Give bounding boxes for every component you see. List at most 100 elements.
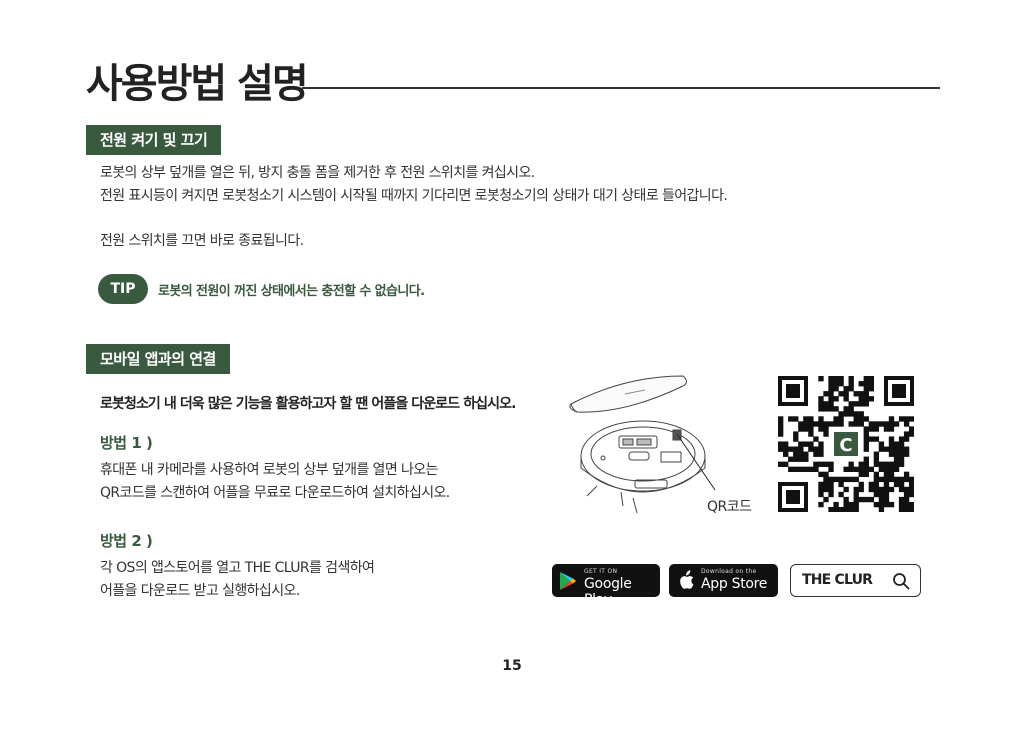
qr-module — [813, 461, 819, 467]
qr-center-logo: C — [839, 435, 852, 456]
qr-module — [908, 491, 915, 498]
qr-module — [888, 451, 895, 457]
app-store-button[interactable]: Download on the App Store — [669, 564, 778, 597]
qr-module — [863, 456, 869, 462]
qr-module — [798, 456, 804, 462]
qr-module — [858, 471, 864, 478]
qr-module — [838, 421, 844, 427]
qr-module — [818, 396, 824, 402]
page-title: 사용방법 설명 — [86, 61, 309, 107]
qr-module — [863, 436, 869, 442]
app-search-box[interactable]: THE CLUR — [790, 564, 921, 597]
qr-module — [803, 466, 809, 473]
qr-module — [803, 451, 809, 457]
qr-module — [908, 501, 915, 508]
qr-code-label: QR코드 — [707, 499, 752, 515]
qr-module — [778, 421, 784, 427]
qr-module — [878, 496, 885, 503]
qr-module — [788, 456, 794, 462]
qr-module — [863, 381, 869, 387]
qr-module — [838, 391, 844, 397]
qr-module — [833, 381, 839, 387]
qr-module — [833, 421, 839, 427]
qr-module — [828, 406, 834, 412]
qr-module — [873, 486, 880, 493]
qr-module — [848, 506, 854, 513]
qr-module — [828, 491, 834, 498]
qr-module — [863, 461, 869, 467]
qr-module — [788, 466, 794, 473]
qr-module — [858, 391, 864, 397]
qr-module — [858, 421, 864, 427]
qr-module — [853, 401, 859, 407]
qr-module — [853, 491, 859, 498]
qr-module — [793, 446, 799, 452]
qr-module — [888, 446, 895, 452]
google-play-button[interactable]: GET IT ON Google Play — [552, 564, 660, 608]
qr-code[interactable]: C — [778, 376, 915, 513]
qr-module — [838, 381, 844, 387]
qr-module — [778, 426, 784, 432]
qr-module — [843, 386, 849, 392]
qr-module — [888, 461, 895, 467]
qr-module — [878, 501, 885, 508]
qr-module — [823, 496, 829, 503]
qr-module — [888, 421, 895, 427]
google-play-big-text: Google Play — [584, 576, 632, 608]
qr-module — [903, 436, 910, 442]
qr-module — [878, 506, 885, 513]
qr-module — [888, 466, 895, 473]
qr-module — [888, 501, 895, 508]
qr-module — [903, 421, 910, 427]
qr-module — [823, 401, 829, 407]
qr-module — [843, 391, 849, 397]
google-play-icon — [560, 572, 576, 590]
qr-module — [858, 466, 864, 473]
qr-module — [858, 411, 864, 417]
qr-module — [833, 501, 839, 508]
qr-module — [823, 476, 829, 483]
qr-module — [903, 491, 910, 498]
power-instruction-1: 로봇의 상부 덮개를 열은 뒤, 방지 충돌 폼을 제거한 후 전원 스위치를 … — [100, 165, 535, 181]
qr-module — [828, 476, 834, 483]
qr-module — [828, 486, 834, 493]
qr-module — [908, 481, 915, 488]
qr-module — [793, 456, 799, 462]
qr-module — [833, 396, 839, 402]
qr-module — [858, 401, 864, 407]
qr-module — [808, 421, 814, 427]
qr-module — [873, 436, 880, 442]
qr-module — [808, 431, 814, 437]
qr-module — [823, 426, 829, 432]
qr-module — [898, 451, 905, 457]
qr-module — [843, 506, 849, 513]
qr-module — [823, 471, 829, 478]
qr-module — [808, 426, 814, 432]
section-label-mobile-app: 모바일 앱과의 연결 — [86, 344, 230, 374]
qr-module — [863, 401, 869, 407]
qr-module — [868, 386, 875, 392]
qr-module — [843, 466, 849, 473]
qr-module — [858, 396, 864, 402]
qr-module — [828, 386, 834, 392]
qr-module — [878, 441, 885, 447]
qr-module — [883, 466, 890, 473]
qr-module — [893, 456, 900, 462]
qr-module — [908, 506, 915, 513]
qr-module — [843, 406, 849, 412]
qr-code-graphic: C — [778, 376, 915, 513]
qr-module — [863, 441, 869, 447]
qr-module — [833, 476, 839, 483]
qr-module — [788, 416, 794, 422]
qr-module — [873, 481, 880, 488]
qr-module — [863, 466, 869, 473]
qr-module — [818, 501, 824, 508]
qr-module — [818, 406, 824, 412]
qr-module — [848, 501, 854, 508]
qr-module — [858, 486, 864, 493]
qr-module — [853, 501, 859, 508]
method-1-line-2: QR코드를 스캔하여 어플을 무료로 다운로드하여 설치하십시오. — [100, 485, 450, 501]
qr-module — [823, 391, 829, 397]
qr-module — [873, 461, 880, 467]
qr-module — [863, 396, 869, 402]
